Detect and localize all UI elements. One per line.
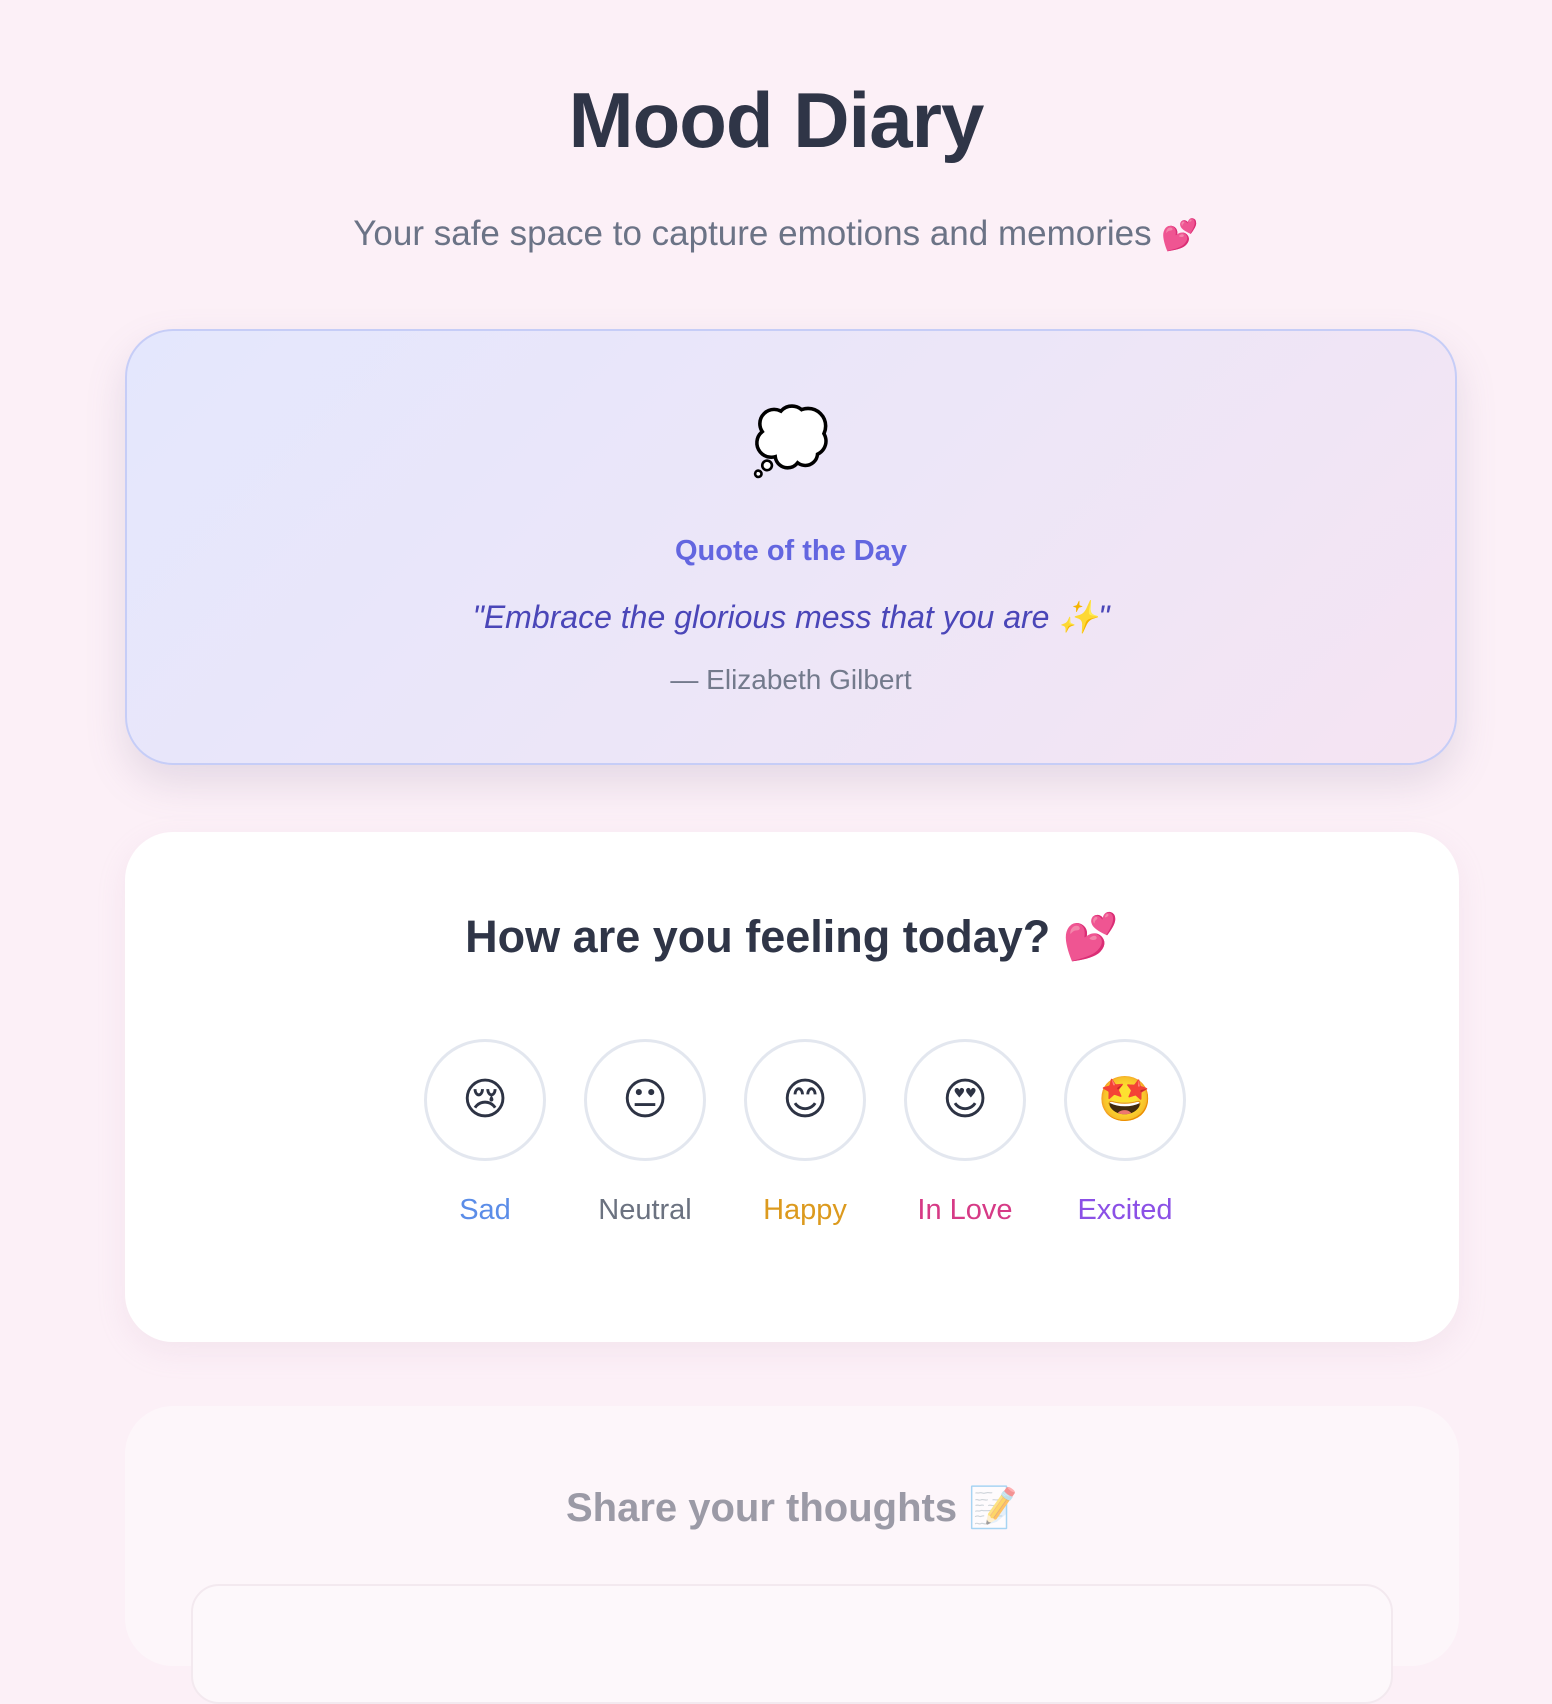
mood-label-excited: Excited (1077, 1194, 1173, 1226)
hearts-icon: 💕 (1161, 219, 1199, 252)
mood-label-happy: Happy (763, 1194, 847, 1226)
mood-option-neutral[interactable]: 😐 Neutral (568, 1039, 728, 1239)
subtitle-text: Your safe space to capture emotions and … (353, 214, 1152, 253)
heart-eyes-face-icon[interactable]: 😍 (904, 1039, 1026, 1161)
mood-option-sad[interactable]: 😢 Sad (408, 1039, 568, 1239)
smiling-face-icon[interactable]: 😊 (744, 1039, 866, 1161)
thought-bubble-icon: 💭 (751, 405, 831, 477)
mood-label-sad: Sad (459, 1194, 511, 1226)
star-struck-face-icon[interactable]: 🤩 (1064, 1039, 1186, 1161)
crying-face-icon[interactable]: 😢 (424, 1039, 546, 1161)
mood-label-in-love: In Love (917, 1194, 1013, 1226)
mood-heading-text: How are you feeling today? (465, 911, 1051, 962)
hearts-icon: 💕 (1062, 911, 1119, 962)
neutral-face-icon[interactable]: 😐 (584, 1039, 706, 1161)
mood-selector-card: How are you feeling today? 💕 😢 Sad 😐 Neu… (125, 832, 1459, 1342)
quote-of-the-day-card: 💭 Quote of the Day "Embrace the glorious… (125, 329, 1457, 765)
quote-label: Quote of the Day (674, 535, 907, 567)
quote-text: "Embrace the glorious mess that you are … (472, 599, 1110, 635)
mood-label-neutral: Neutral (598, 1194, 692, 1226)
mood-option-in-love[interactable]: 😍 In Love (888, 1039, 1048, 1239)
thoughts-heading-text: Share your thoughts (565, 1486, 958, 1530)
quote-author: — Elizabeth Gilbert (670, 664, 912, 695)
page-subtitle: Your safe space to capture emotions and … (0, 213, 1552, 255)
thoughts-heading: Share your thoughts 📝 (125, 1484, 1459, 1531)
mood-option-happy[interactable]: 😊 Happy (728, 1039, 888, 1239)
mood-option-excited[interactable]: 🤩 Excited (1048, 1039, 1208, 1239)
thoughts-textarea[interactable] (191, 1584, 1393, 1704)
page-title: Mood Diary (568, 76, 985, 164)
mood-options: 😢 Sad 😐 Neutral 😊 Happy 😍 In Love 🤩 Exci… (408, 1039, 1186, 1239)
thoughts-card: Share your thoughts 📝 (125, 1406, 1459, 1704)
mood-heading: How are you feeling today? 💕 (125, 910, 1459, 963)
memo-icon: 📝 (968, 1486, 1019, 1530)
